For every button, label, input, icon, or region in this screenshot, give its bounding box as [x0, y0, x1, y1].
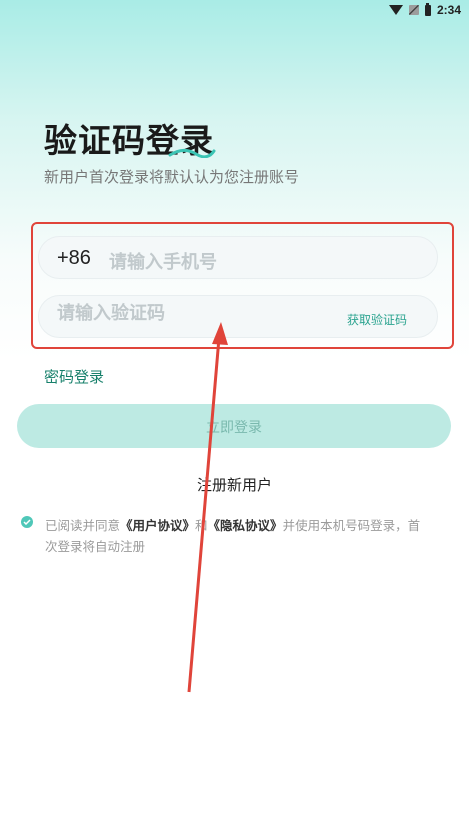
agreement-text: 已阅读并同意《用户协议》和《隐私协议》并使用本机号码登录，首次登录将自动注册	[45, 515, 425, 557]
title-underline-decoration	[168, 148, 216, 158]
status-icons: 2:34	[388, 2, 461, 17]
login-button-label: 立即登录	[206, 420, 262, 436]
agreement-checkbox[interactable]	[21, 516, 33, 528]
wifi-icon	[388, 5, 403, 15]
page-subtitle: 新用户首次登录将默认认为您注册账号	[44, 168, 300, 186]
annotation-highlight-box	[31, 222, 454, 349]
privacy-agreement-link[interactable]: 《隐私协议》	[208, 518, 283, 533]
status-time: 2:34	[436, 3, 461, 17]
battery-icon	[424, 2, 431, 16]
agreement-and: 和	[195, 518, 208, 533]
status-bar: 2:34	[0, 0, 469, 22]
user-agreement-link[interactable]: 《用户协议》	[120, 518, 195, 533]
register-link[interactable]: 注册新用户	[0, 474, 469, 495]
password-login-link[interactable]: 密码登录	[44, 366, 104, 387]
agreement-prefix: 已阅读并同意	[45, 518, 121, 533]
sim-icon	[408, 5, 419, 15]
login-button[interactable]: 立即登录	[17, 404, 451, 448]
check-icon	[23, 519, 31, 525]
